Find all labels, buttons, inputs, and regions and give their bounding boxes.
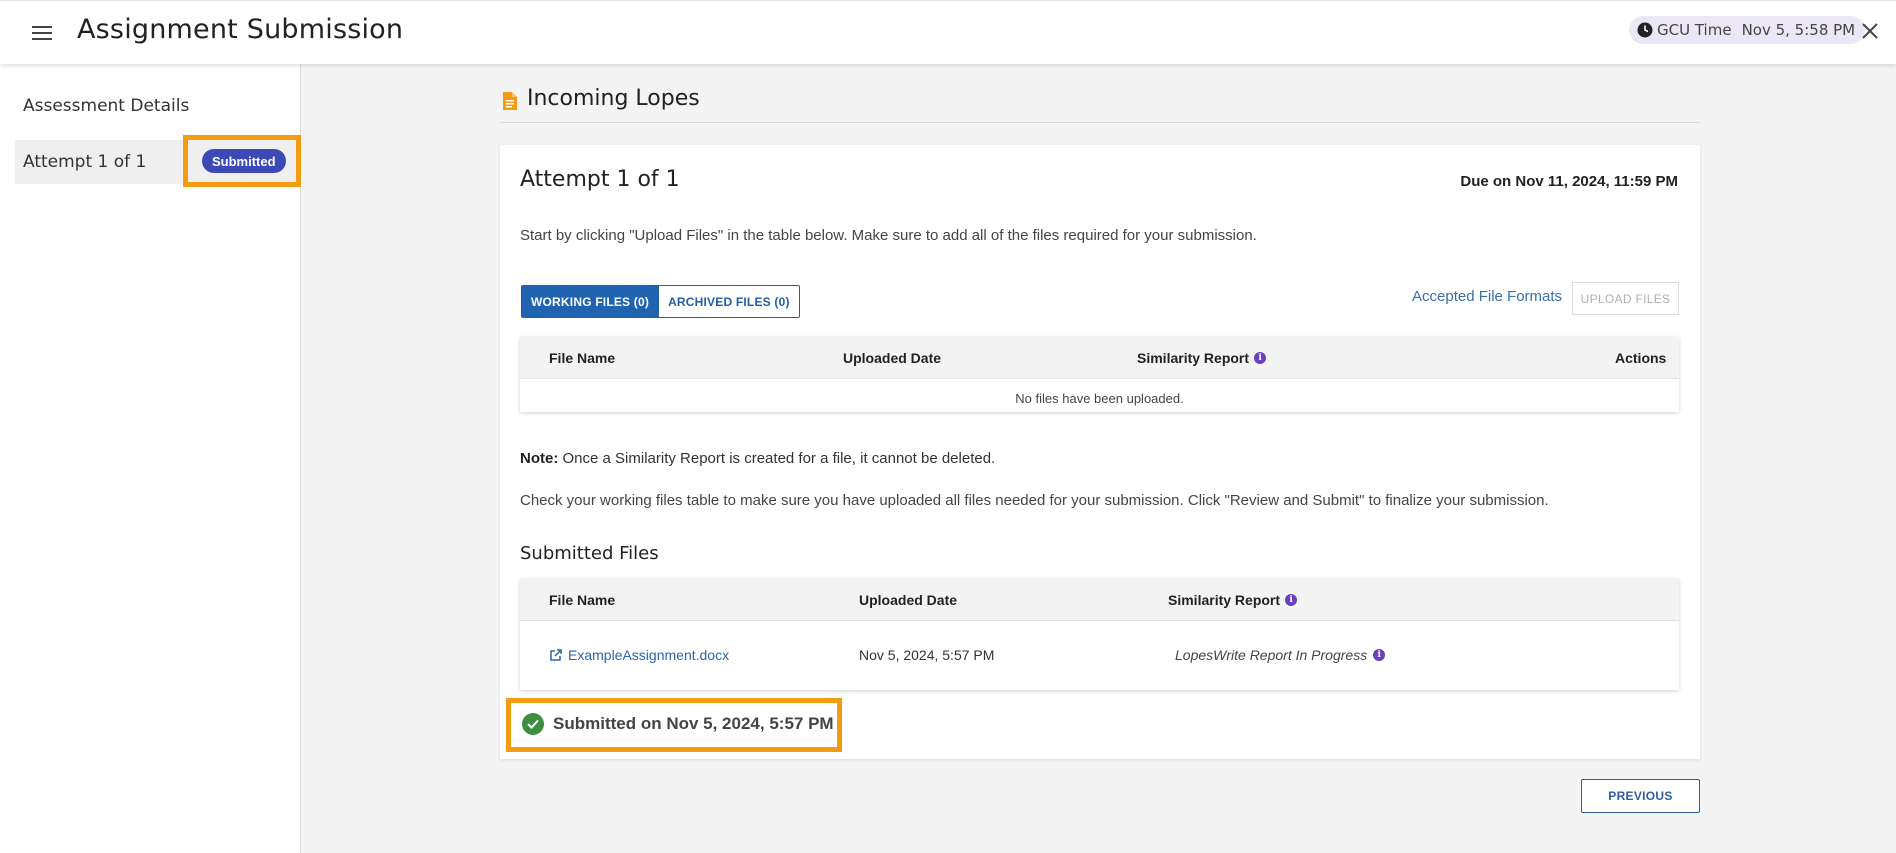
submitted-files-heading: Submitted Files	[520, 543, 659, 564]
due-date: Due on Nov 11, 2024, 11:59 PM	[1460, 173, 1678, 190]
section-title: Incoming Lopes	[527, 86, 700, 111]
working-files-table: File Name Uploaded Date Similarity Repor…	[520, 337, 1679, 412]
gcu-time-badge: GCU Time Nov 5, 5:58 PM	[1629, 16, 1866, 44]
menu-icon[interactable]	[30, 21, 54, 45]
gcu-time-value: Nov 5, 5:58 PM	[1741, 21, 1856, 39]
column-header-actions: Actions	[1615, 350, 1667, 366]
column-header-file-name: File Name	[549, 592, 616, 608]
uploaded-date: Nov 5, 2024, 5:57 PM	[859, 647, 995, 663]
sidebar-heading[interactable]: Assessment Details	[23, 96, 189, 116]
file-link[interactable]: ExampleAssignment.docx	[549, 647, 729, 663]
file-name: ExampleAssignment.docx	[568, 647, 730, 663]
attempt-title: Attempt 1 of 1	[520, 167, 680, 192]
info-icon[interactable]: i	[1285, 594, 1298, 606]
app-header: Assignment Submission GCU Time Nov 5, 5:…	[0, 0, 1896, 64]
note-label: Note:	[520, 450, 559, 467]
document-icon	[503, 92, 517, 110]
info-icon[interactable]: i	[1254, 352, 1267, 364]
column-header-label: Similarity Report	[1137, 350, 1250, 366]
similarity-status: LopesWrite Report In Progress i	[1175, 647, 1386, 663]
column-header-file-name: File Name	[549, 350, 616, 366]
divider	[500, 122, 1700, 123]
column-header-uploaded-date: Uploaded Date	[843, 350, 942, 366]
clock-icon	[1637, 22, 1653, 38]
table-header: File Name Uploaded Date Similarity Repor…	[520, 337, 1679, 379]
upload-files-button[interactable]: UPLOAD FILES	[1572, 282, 1679, 315]
empty-table-message: No files have been uploaded.	[1015, 391, 1184, 406]
attempt-card: Attempt 1 of 1 Due on Nov 11, 2024, 11:5…	[500, 145, 1700, 759]
instructions-text: Start by clicking "Upload Files" in the …	[520, 227, 1257, 244]
column-header-uploaded-date: Uploaded Date	[859, 592, 958, 608]
status-badge: Submitted	[202, 149, 286, 173]
tab-archived-files[interactable]: ARCHIVED FILES (0)	[658, 286, 799, 317]
gcu-time-label: GCU Time	[1657, 21, 1732, 39]
note-text: Note: Once a Similarity Report is create…	[520, 450, 995, 467]
accepted-file-formats-link[interactable]: Accepted File Formats	[1412, 288, 1562, 305]
table-header: File Name Uploaded Date Similarity Repor…	[520, 579, 1679, 621]
note-body: Once a Similarity Report is created for …	[558, 450, 996, 467]
submitted-files-table: File Name Uploaded Date Similarity Repor…	[520, 579, 1679, 690]
similarity-status-text: LopesWrite Report In Progress	[1175, 647, 1368, 663]
check-circle-icon	[522, 713, 544, 735]
table-row: ExampleAssignment.docx Nov 5, 2024, 5:57…	[520, 621, 1679, 690]
sidebar-item-label: Attempt 1 of 1	[23, 152, 147, 172]
close-icon[interactable]	[1858, 19, 1882, 43]
submitted-status: Submitted on Nov 5, 2024, 5:57 PM	[553, 714, 834, 733]
previous-button[interactable]: PREVIOUS	[1581, 779, 1700, 813]
external-link-icon	[550, 649, 562, 661]
page-title: Assignment Submission	[77, 14, 404, 45]
file-tabs: WORKING FILES (0) ARCHIVED FILES (0)	[521, 285, 800, 318]
column-header-similarity-report: Similarity Report i	[1168, 592, 1298, 608]
column-header-label: Similarity Report	[1168, 592, 1281, 608]
tab-working-files[interactable]: WORKING FILES (0)	[522, 286, 659, 317]
check-files-text: Check your working files table to make s…	[520, 492, 1549, 509]
column-header-similarity-report: Similarity Report i	[1137, 350, 1267, 366]
info-icon[interactable]: i	[1373, 649, 1386, 661]
